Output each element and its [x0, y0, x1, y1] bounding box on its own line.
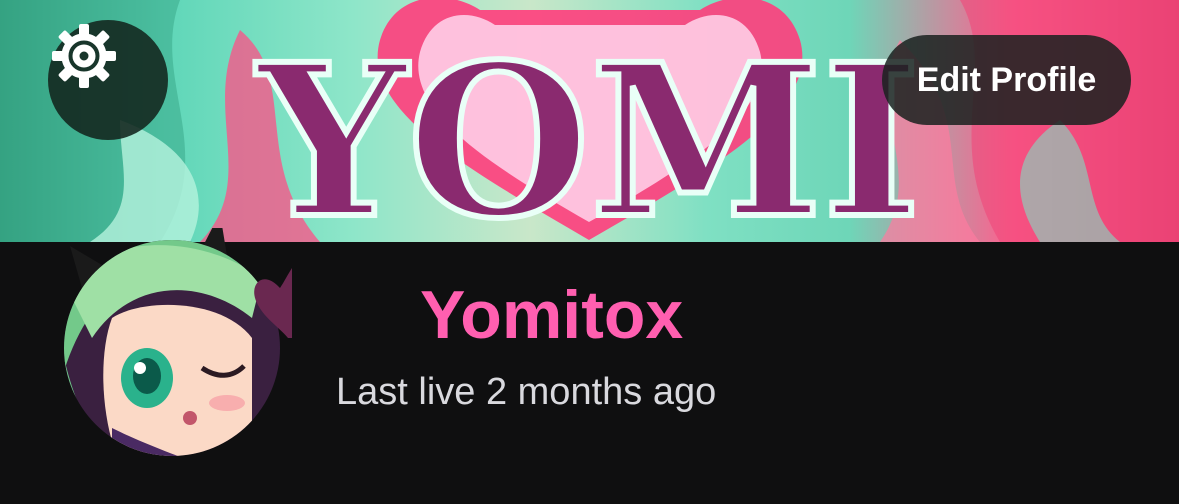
profile-display-name: Yomitox: [420, 277, 684, 353]
edit-profile-button[interactable]: Edit Profile: [882, 35, 1131, 125]
settings-button[interactable]: [48, 20, 168, 140]
banner-logo-text: YOMI: [255, 18, 921, 242]
avatar-image: [64, 213, 292, 456]
avatar[interactable]: [52, 213, 292, 458]
last-live-status: Last live 2 months ago: [336, 371, 717, 413]
profile-banner: YOMI Edit Profile: [0, 0, 1179, 242]
gear-icon: [52, 24, 116, 88]
